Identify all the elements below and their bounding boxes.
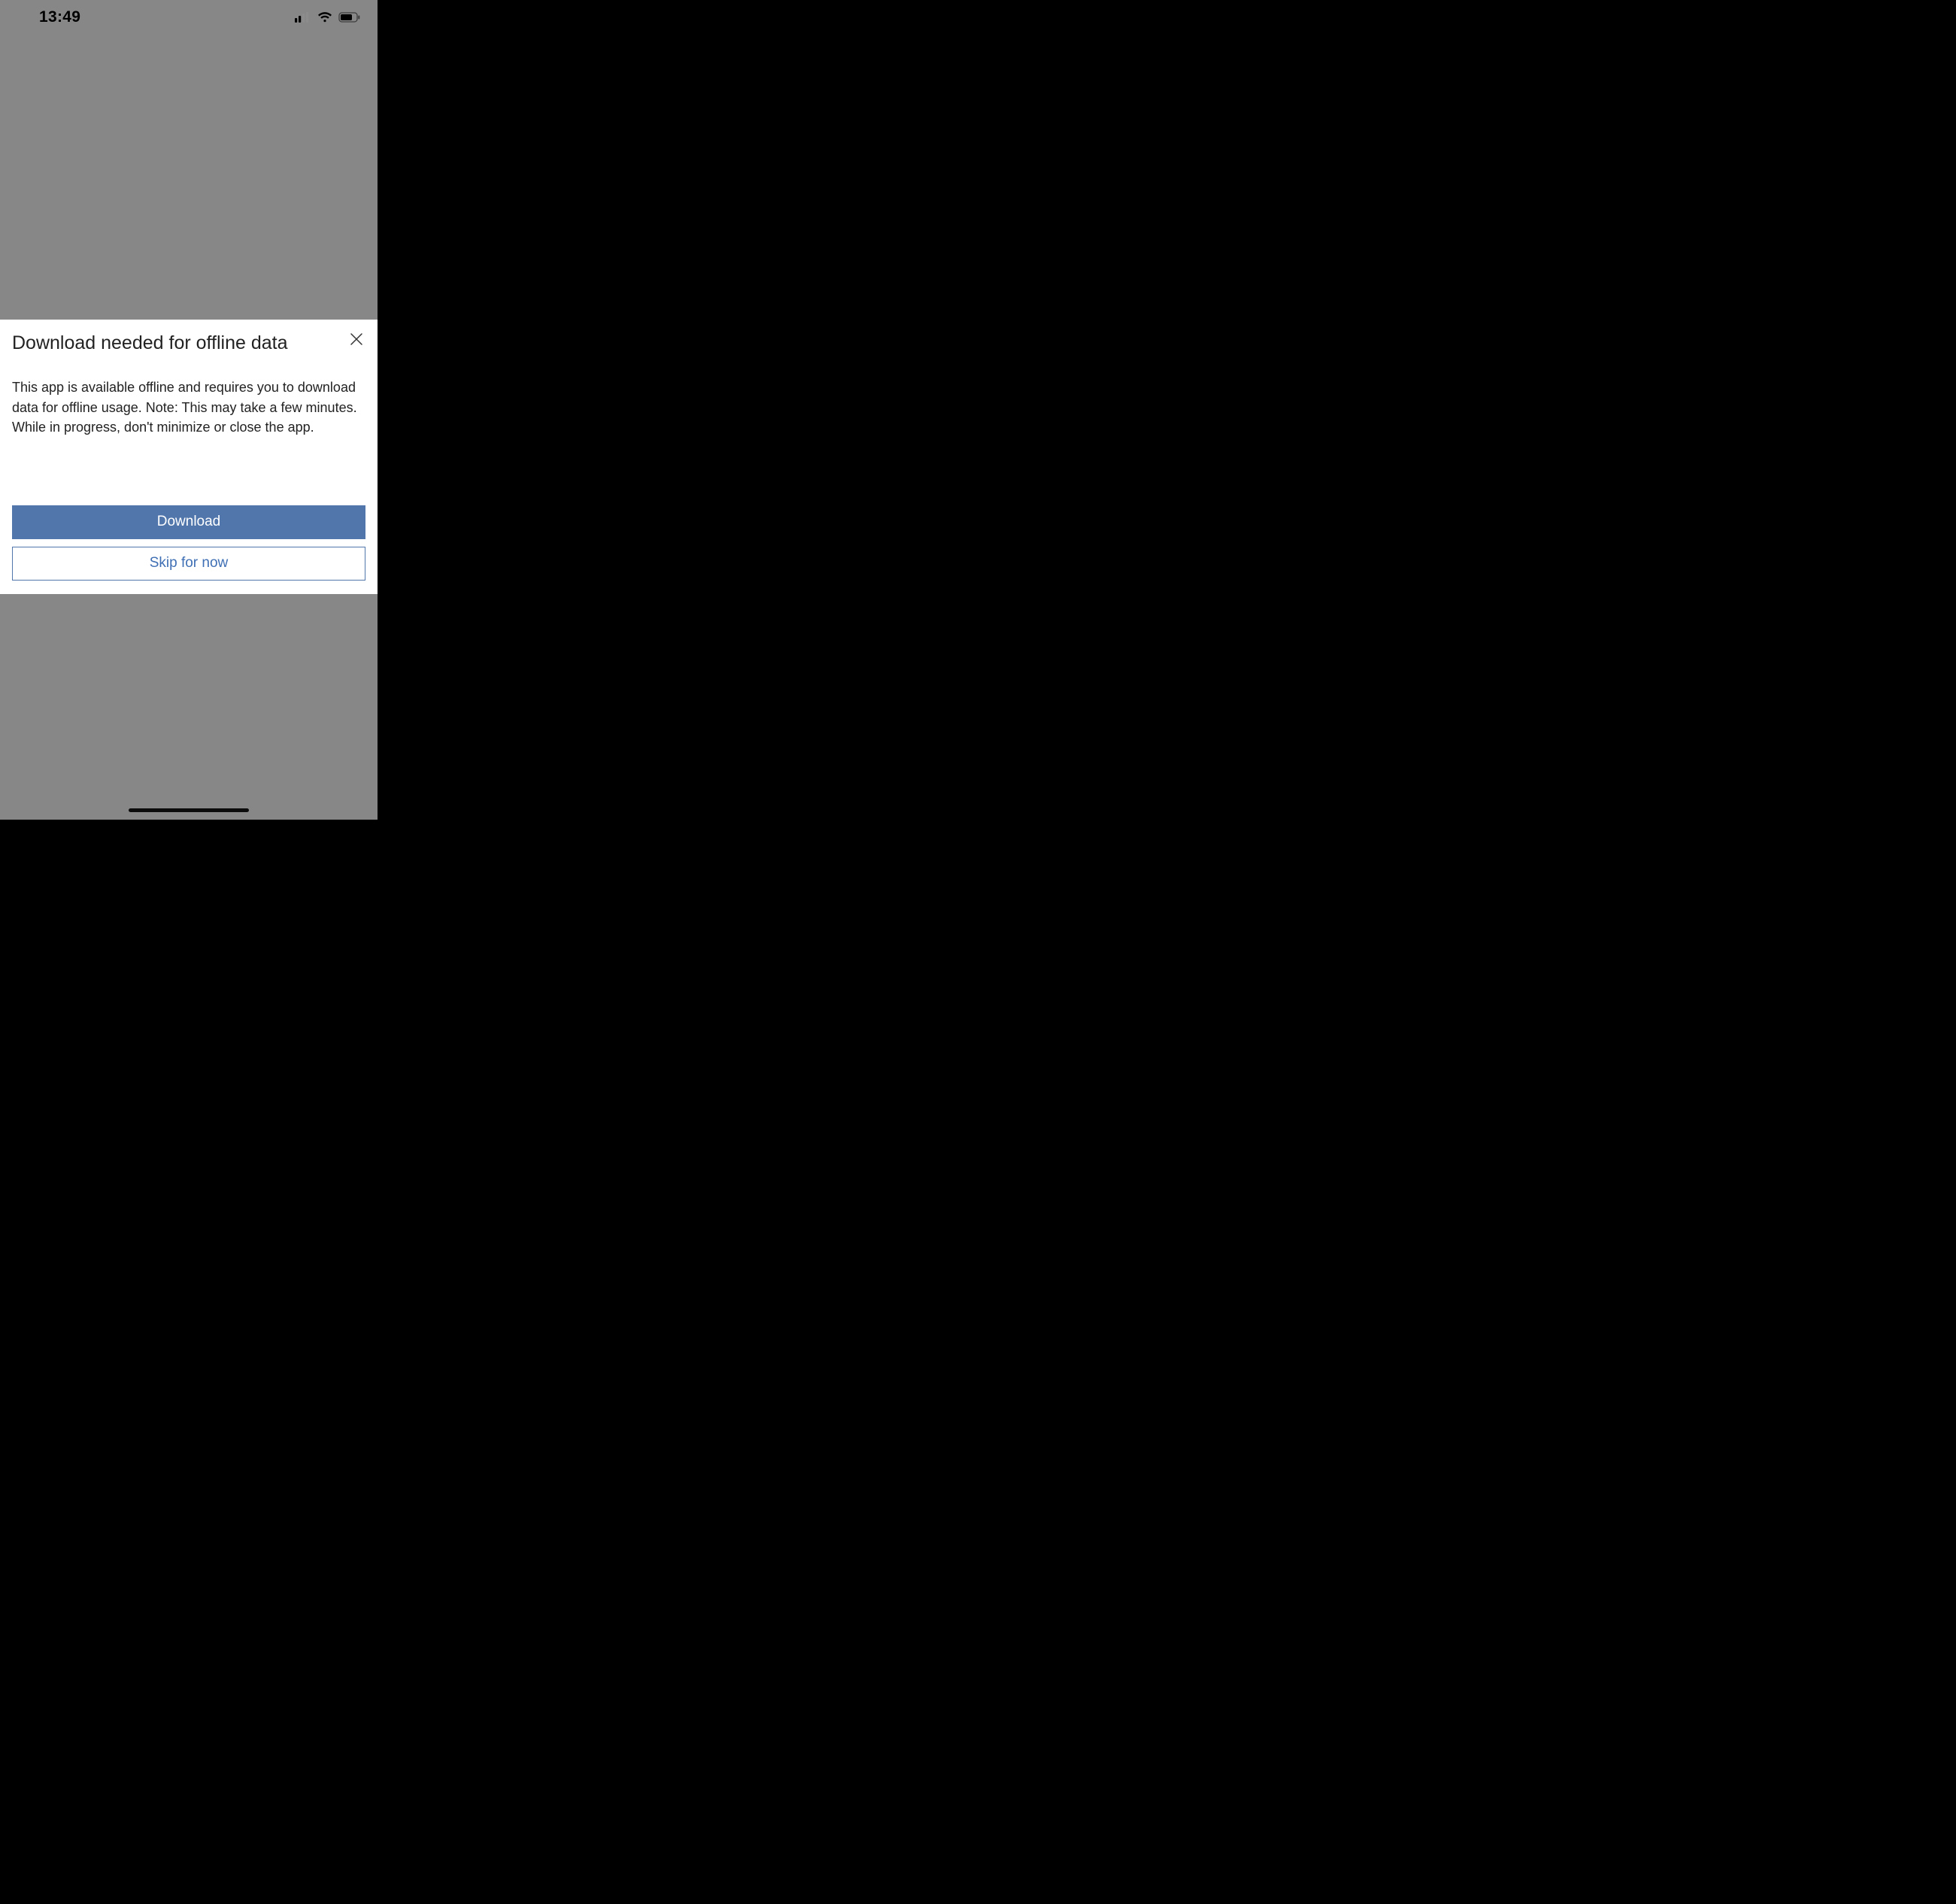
close-button[interactable] xyxy=(346,329,367,350)
cellular-icon xyxy=(295,12,311,23)
dialog-body: This app is available offline and requir… xyxy=(12,377,365,437)
status-time: 13:49 xyxy=(39,8,80,26)
download-button[interactable]: Download xyxy=(12,505,365,539)
status-icons xyxy=(295,12,361,23)
home-indicator[interactable] xyxy=(129,808,249,812)
skip-button[interactable]: Skip for now xyxy=(12,547,365,581)
phone-screen-area: 13:49 xyxy=(0,0,378,820)
black-padding-area xyxy=(378,0,841,820)
status-bar: 13:49 xyxy=(0,0,378,35)
download-dialog: Download needed for offline data This ap… xyxy=(0,320,378,594)
wifi-icon xyxy=(317,12,332,23)
close-icon xyxy=(350,332,363,348)
dialog-title: Download needed for offline data xyxy=(12,332,287,355)
battery-icon xyxy=(338,12,361,23)
